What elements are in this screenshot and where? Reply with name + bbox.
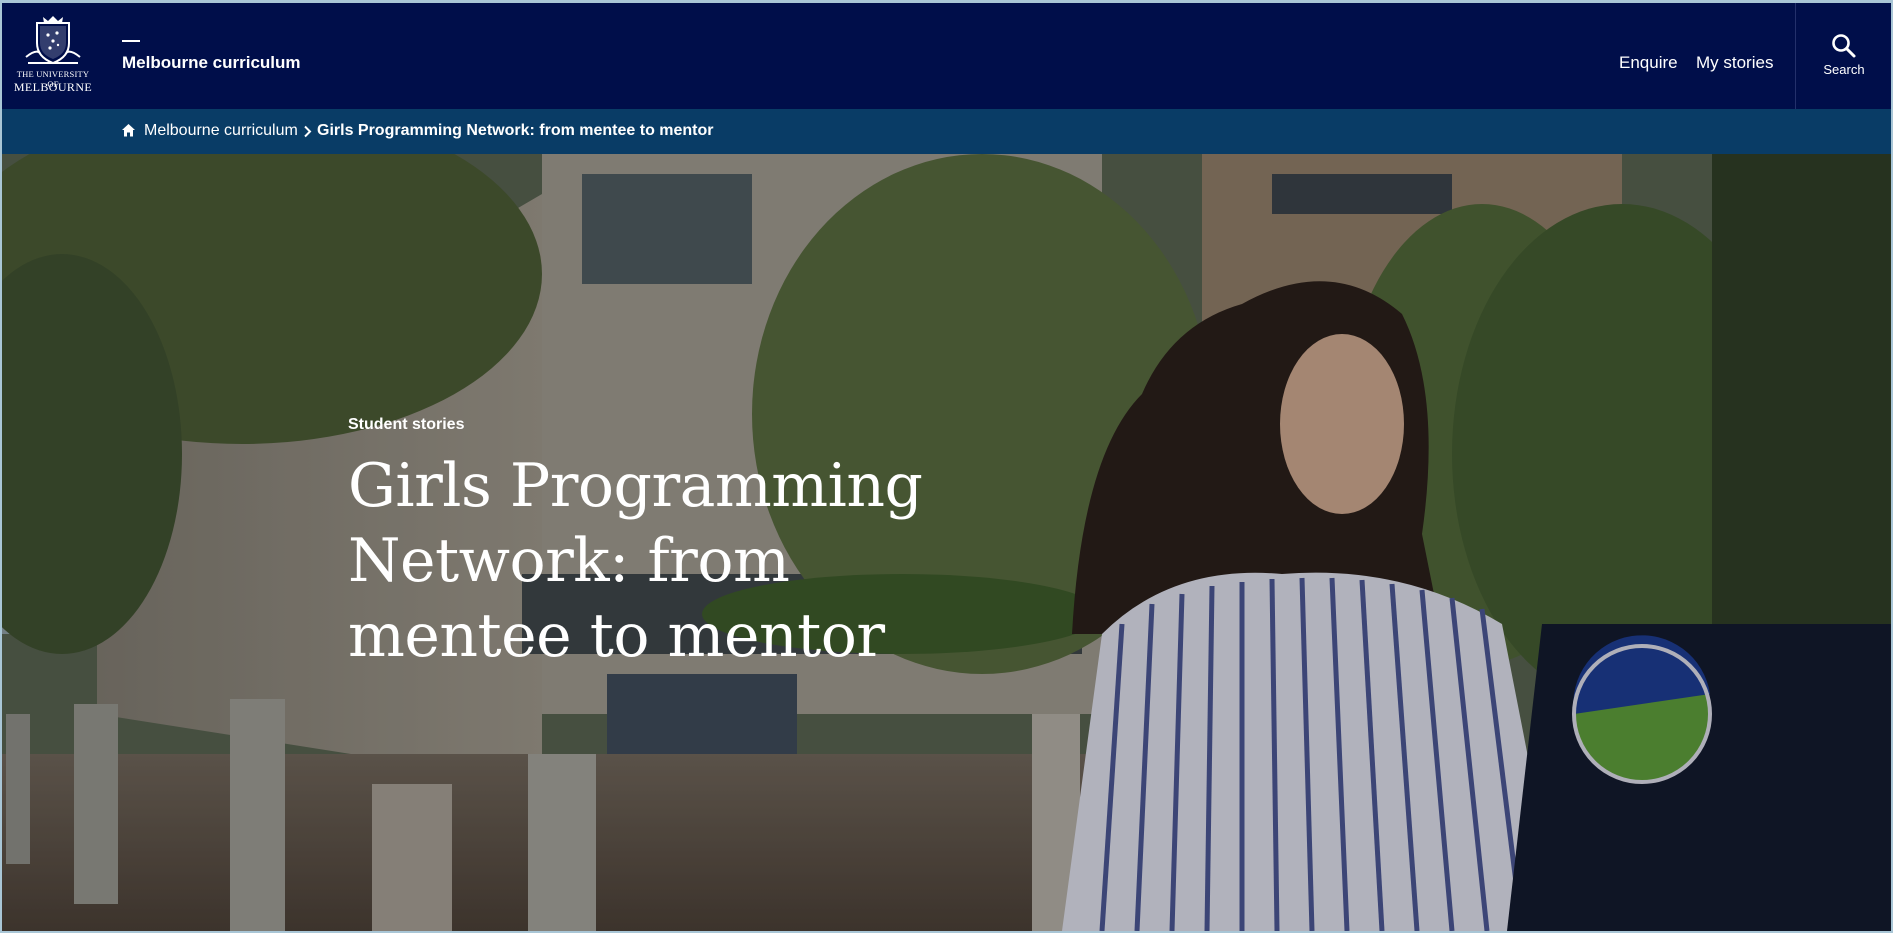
hero-eyebrow: Student stories xyxy=(348,416,465,433)
home-icon[interactable] xyxy=(121,123,136,138)
breadcrumb-link-melbourne-curriculum[interactable]: Melbourne curriculum xyxy=(144,122,298,140)
nav-my-stories-link[interactable]: My stories xyxy=(1696,53,1773,73)
browser-viewport: THE UNIVERSITY OF MELBOURNE Melbourne cu… xyxy=(2,3,1891,931)
logo-text-line2: MELBOURNE xyxy=(13,80,93,94)
site-title-link[interactable]: Melbourne curriculum xyxy=(122,53,301,73)
university-logo[interactable]: THE UNIVERSITY OF MELBOURNE xyxy=(12,13,94,97)
title-dash xyxy=(122,40,140,42)
breadcrumb-current-page: Girls Programming Network: from mentee t… xyxy=(317,122,714,139)
search-button[interactable]: Search xyxy=(1795,3,1891,109)
search-label: Search xyxy=(1823,62,1865,77)
crest-icon xyxy=(25,16,81,65)
nav-enquire-link[interactable]: Enquire xyxy=(1619,53,1678,73)
chevron-right-icon xyxy=(304,125,312,138)
page-title: Girls Programming Network: from mentee t… xyxy=(348,451,923,671)
search-icon xyxy=(1832,34,1856,58)
site-header: THE UNIVERSITY OF MELBOURNE Melbourne cu… xyxy=(2,3,1891,109)
breadcrumb: Melbourne curriculum Girls Programming N… xyxy=(2,109,1891,154)
hero-banner: Student stories Girls Programming Networ… xyxy=(2,154,1891,931)
